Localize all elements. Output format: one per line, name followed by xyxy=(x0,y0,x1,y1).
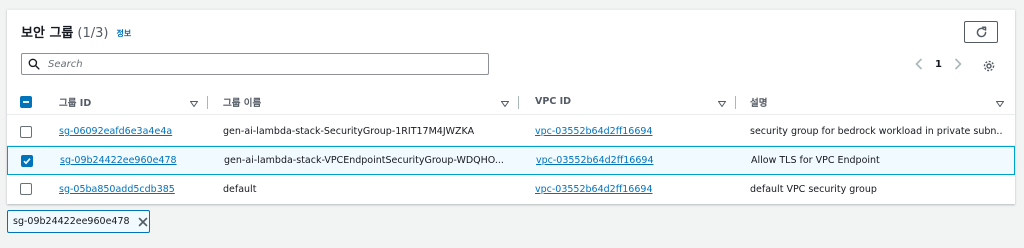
selected-item-token: sg-09b24422ee960e478 xyxy=(7,210,150,233)
description: security group for bedrock workload in p… xyxy=(750,126,1003,137)
caret-down-icon[interactable] xyxy=(189,99,199,107)
pagination: 1 xyxy=(912,57,965,71)
group-id-link[interactable]: sg-09b24422ee960e478 xyxy=(60,155,177,166)
vpc-id-link[interactable]: vpc-03552b64d2ff16694 xyxy=(535,184,652,195)
caret-down-icon[interactable] xyxy=(995,99,1005,107)
close-icon[interactable] xyxy=(138,217,148,227)
column-header-description[interactable]: 설명 xyxy=(750,89,1003,114)
current-page[interactable]: 1 xyxy=(935,59,942,70)
table-row-selected[interactable]: sg-09b24422ee960e478 gen-ai-lambda-stack… xyxy=(7,146,1015,175)
column-header-group-id[interactable]: 그룹 ID xyxy=(59,89,209,114)
table-row[interactable]: sg-05ba850add5cdb385 default vpc-03552b6… xyxy=(7,175,1015,203)
group-name: gen-ai-lambda-stack-SecurityGroup-1RIT17… xyxy=(223,126,475,137)
security-groups-panel: 보안 그룹 (1/3) 정보 1 xyxy=(7,9,1015,204)
row-checkbox[interactable] xyxy=(20,125,32,138)
group-name: default xyxy=(223,183,257,195)
token-label: sg-09b24422ee960e478 xyxy=(13,216,130,227)
description: Allow TLS for VPC Endpoint xyxy=(751,155,880,166)
group-id-link[interactable]: sg-06092eafd6e3a4e4a xyxy=(59,126,172,137)
table-header-row: 그룹 ID 그룹 이름 VPC ID 설명 xyxy=(7,89,1015,115)
gear-icon[interactable] xyxy=(982,58,996,72)
caret-down-icon[interactable] xyxy=(500,99,510,107)
column-header-group-name[interactable]: 그룹 이름 xyxy=(223,89,513,114)
row-checkbox[interactable] xyxy=(21,154,33,167)
search-icon xyxy=(28,57,42,71)
caret-down-icon[interactable] xyxy=(717,99,727,107)
column-divider[interactable] xyxy=(207,96,208,109)
page-title: 보안 그룹 xyxy=(21,26,74,41)
search-input[interactable] xyxy=(46,54,488,74)
column-divider[interactable] xyxy=(735,96,736,109)
chevron-left-icon[interactable] xyxy=(912,57,926,71)
group-name: gen-ai-lambda-stack-VPCEndpointSecurityG… xyxy=(224,155,504,166)
refresh-icon xyxy=(975,25,988,39)
column-header-vpc-id[interactable]: VPC ID xyxy=(535,89,725,114)
column-divider[interactable] xyxy=(518,96,519,109)
selection-count: (1/3) xyxy=(77,26,109,41)
vpc-id-link[interactable]: vpc-03552b64d2ff16694 xyxy=(535,126,652,137)
info-link[interactable]: 정보 xyxy=(116,28,131,39)
table-row[interactable]: sg-06092eafd6e3a4e4a gen-ai-lambda-stack… xyxy=(7,118,1015,146)
group-id-link[interactable]: sg-05ba850add5cdb385 xyxy=(59,184,175,195)
row-checkbox[interactable] xyxy=(20,183,32,195)
refresh-button[interactable] xyxy=(964,21,998,43)
vpc-id-link[interactable]: vpc-03552b64d2ff16694 xyxy=(536,155,653,166)
chevron-right-icon[interactable] xyxy=(951,57,965,71)
search-box[interactable] xyxy=(21,53,489,75)
description: default VPC security group xyxy=(750,183,877,195)
select-all-checkbox[interactable] xyxy=(20,95,32,108)
panel-header: 보안 그룹 (1/3) 정보 xyxy=(21,22,131,41)
